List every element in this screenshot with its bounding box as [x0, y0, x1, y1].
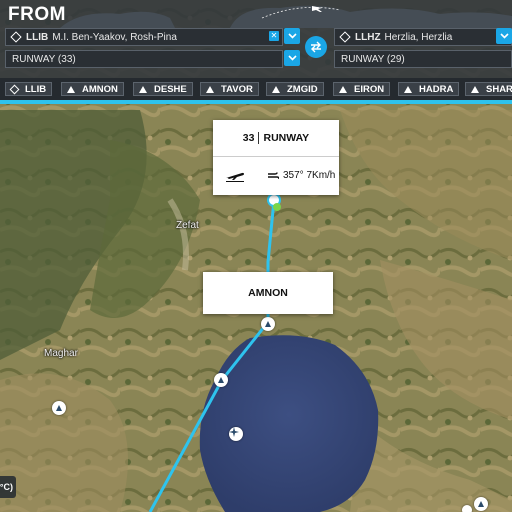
arrival-runway: RUNWAY (29) [341, 53, 405, 65]
triangle-icon [339, 85, 347, 93]
arrival-runway-field[interactable]: RUNWAY (29) [334, 50, 512, 68]
airport-diamond-icon [10, 31, 22, 43]
chevron-down-icon [287, 33, 297, 39]
triangle-icon [272, 85, 280, 93]
triangle-icon [471, 85, 479, 93]
waypoint-marker[interactable] [214, 373, 228, 387]
departure-runway-dropdown-button[interactable] [284, 50, 300, 66]
waypoint-label: ZMGID [287, 83, 318, 95]
temperature-unit: °C) [0, 482, 13, 492]
waypoint-label: EIRON [354, 83, 385, 95]
arrival-dropdown-button[interactable] [496, 28, 512, 44]
temperature-badge[interactable]: °C) [0, 476, 16, 498]
triangle-icon [218, 377, 224, 383]
waypoint-marker[interactable] [474, 497, 488, 511]
place-label-zefat: Zefat [176, 220, 199, 231]
runway-info-card[interactable]: 33 RUNWAY 357° 7Km/h [213, 120, 339, 195]
waypoint-chip[interactable]: HADRA [398, 82, 460, 96]
departure-runway: RUNWAY (33) [12, 53, 76, 65]
departure-runway-field[interactable]: RUNWAY (33) [5, 50, 283, 68]
chevron-down-icon [287, 55, 297, 61]
departure-airport-field[interactable]: LLIB M.I. Ben-Yaakov, Rosh-Pina [5, 28, 283, 46]
takeoff-plane-icon [226, 172, 244, 182]
arrival-airport-field[interactable]: LLHZ Herzlia, Herzlia [334, 28, 512, 46]
waypoint-chip[interactable]: LLIB [5, 82, 53, 96]
vor-marker[interactable] [229, 427, 243, 441]
waypoint-label: SHAR [486, 83, 512, 95]
vor-icon [229, 427, 239, 437]
triangle-icon [56, 405, 62, 411]
departure-dropdown-button[interactable] [284, 28, 300, 44]
wind-icon [268, 171, 279, 179]
triangle-icon [139, 85, 147, 93]
runway-label: RUNWAY [263, 132, 310, 144]
triangle-icon [265, 321, 271, 327]
triangle-icon [478, 501, 484, 507]
waypoint-info-card[interactable]: AMNON [203, 272, 333, 314]
waypoint-chip[interactable]: AMNON [61, 82, 124, 96]
route-progress-line [0, 100, 512, 104]
triangle-icon [206, 85, 214, 93]
departure-name: M.I. Ben-Yaakov, Rosh-Pina [52, 31, 177, 43]
waypoint-label: DESHE [154, 83, 187, 95]
waypoint-chip[interactable]: DESHE [133, 82, 193, 96]
arrival-code: LLHZ [355, 31, 381, 43]
waypoint-label: AMNON [82, 83, 118, 95]
waypoint-chip[interactable]: SHAR [465, 82, 512, 96]
waypoint-marker[interactable] [462, 505, 472, 512]
runway-number: 33 [243, 132, 260, 144]
airport-diamond-icon [9, 84, 20, 94]
world-map-background [60, 5, 512, 28]
waypoint-label: TAVOR [221, 83, 253, 95]
chevron-down-icon [499, 33, 509, 39]
wind-value: 357° 7Km/h [283, 170, 336, 181]
swap-icon [311, 41, 321, 53]
triangle-icon [67, 85, 75, 93]
departure-code: LLIB [26, 31, 49, 43]
place-label-maghar: Maghar [44, 348, 78, 359]
waypoint-chip[interactable]: ZMGID [266, 82, 324, 96]
page-title: FROM [8, 4, 66, 25]
arrival-name: Herzlia, Herzlia [384, 31, 453, 43]
triangle-icon [404, 85, 412, 93]
lake [199, 335, 379, 512]
waypoint-marker-amnon[interactable] [261, 317, 275, 331]
waypoint-chip[interactable]: EIRON [333, 82, 391, 96]
waypoint-chip[interactable]: TAVOR [200, 82, 259, 96]
swap-airports-button[interactable] [305, 36, 327, 58]
waypoint-label: HADRA [419, 83, 454, 95]
airport-diamond-icon [339, 31, 351, 43]
flight-plan-panel: FROM LLIB M.I. Ben-Yaakov, Rosh-Pina ✕ R… [0, 0, 512, 104]
waypoint-marker[interactable] [52, 401, 66, 415]
clear-icon[interactable]: ✕ [269, 31, 279, 41]
waypoint-card-label: AMNON [248, 287, 288, 299]
waypoint-label: LLIB [25, 83, 47, 95]
